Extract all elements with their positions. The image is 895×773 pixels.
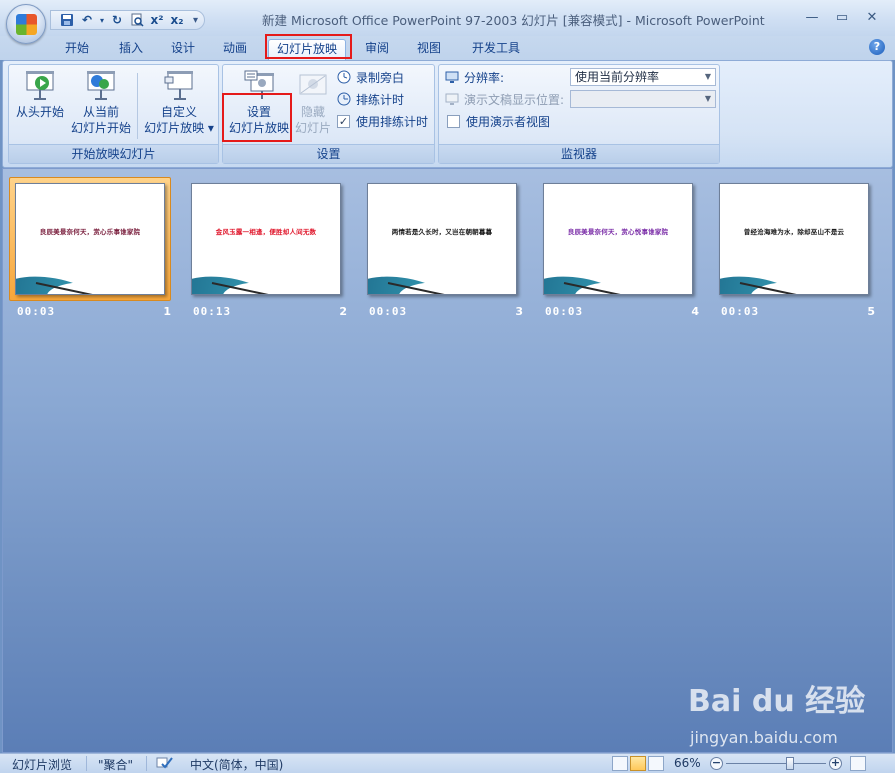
baidu-logo: Bai du 经验 — [688, 684, 866, 719]
custom-slideshow-button[interactable]: 自定义 幻灯片放映 ▾ — [141, 69, 217, 136]
minimize-icon[interactable]: — — [797, 6, 827, 28]
slide-text: 金风玉露一相逢，便胜却人间无数 — [215, 228, 317, 236]
setup-slideshow-icon — [243, 69, 275, 101]
zoom-out-icon[interactable]: − — [710, 757, 723, 770]
presenter-view-checkbox[interactable]: 使用演示者视图 — [447, 111, 550, 131]
tab-design[interactable]: 设计 — [162, 39, 204, 60]
watermark-url: jingyan.baidu.com — [690, 728, 838, 747]
slide-timing: 00:03 — [17, 305, 56, 318]
group-monitor: 分辨率: 使用当前分辨率 ▼ 演示文稿显示位置: ▼ 使用演示者视图 监视器 — [438, 64, 720, 164]
fit-to-window-icon[interactable] — [850, 756, 866, 771]
record-narration-icon — [337, 70, 351, 84]
slide-sorter-area: 良辰美景奈何天，赏心乐事谁家院 00:03 1 金风玉露一相逢，便胜却人间无数 … — [2, 168, 893, 753]
tab-home[interactable]: 开始 — [56, 39, 98, 60]
save-icon[interactable] — [57, 11, 77, 29]
tab-insert[interactable]: 插入 — [110, 39, 152, 60]
office-button[interactable] — [6, 4, 46, 44]
checkbox-checked-icon: ✓ — [337, 114, 350, 128]
zoom-in-icon[interactable]: + — [829, 757, 842, 770]
display-icon — [445, 92, 459, 106]
zoom-slider-thumb[interactable] — [786, 757, 794, 770]
slide-thumbnail-4[interactable]: 良辰美景奈何天，赏心悦事谁家院 — [537, 177, 699, 301]
slide-text: 两情若是久长时，又岂在朝朝暮暮 — [391, 228, 493, 236]
chevron-down-icon: ▼ — [704, 94, 711, 103]
slide-number: 3 — [515, 305, 523, 318]
zoom-slider-track[interactable] — [726, 763, 826, 764]
maximize-icon[interactable]: ▭ — [827, 6, 857, 28]
undo-dropdown-icon[interactable]: ▾ — [97, 11, 107, 29]
hide-slide-icon — [297, 69, 329, 101]
chevron-down-icon: ▼ — [704, 72, 711, 81]
ribbon: 从头开始 从当前 幻灯片开始 自定义 幻灯片放映 ▾ 开始放映幻灯片 设置 幻灯… — [2, 60, 893, 168]
window-title: 新建 Microsoft Office PowerPoint 97-2003 幻… — [262, 13, 765, 28]
checkbox-unchecked-icon — [447, 114, 460, 128]
status-theme-name: "聚合" — [98, 758, 134, 772]
custom-slideshow-icon — [163, 69, 195, 101]
customize-qat-icon[interactable]: ▾ — [193, 15, 198, 26]
slideshow-play-icon — [24, 69, 56, 101]
slide-number: 2 — [339, 305, 347, 318]
slide-number: 1 — [163, 305, 171, 318]
undo-icon[interactable]: ↶ — [77, 11, 97, 29]
slide-number: 4 — [691, 305, 699, 318]
redo-icon[interactable]: ↻ — [107, 11, 127, 29]
slide-timing: 00:13 — [193, 305, 232, 318]
tab-animations[interactable]: 动画 — [214, 39, 256, 60]
spelling-check-icon[interactable] — [156, 756, 174, 773]
status-bar: 幻灯片浏览 "聚合" 中文(简体，中国) 66% − + — [0, 753, 895, 773]
slideshow-current-icon — [85, 69, 117, 101]
resolution-dropdown[interactable]: 使用当前分辨率 ▼ — [570, 68, 716, 86]
close-icon[interactable]: ✕ — [857, 6, 887, 28]
subscript-icon[interactable]: x₂ — [167, 11, 187, 29]
hide-slide-button[interactable]: 隐藏 幻灯片 — [293, 69, 333, 136]
monitor-icon — [445, 70, 459, 84]
show-on-label: 演示文稿显示位置: — [445, 89, 564, 109]
normal-view-icon[interactable] — [612, 756, 628, 771]
slide-number: 5 — [867, 305, 875, 318]
slide-sorter-view-icon[interactable] — [630, 756, 646, 771]
group-label-start-slideshow: 开始放映幻灯片 — [9, 144, 218, 163]
use-rehearsed-timings-checkbox[interactable]: ✓ 使用排练计时 — [337, 111, 428, 131]
group-start-slideshow: 从头开始 从当前 幻灯片开始 自定义 幻灯片放映 ▾ 开始放映幻灯片 — [8, 64, 219, 164]
slide-timing: 00:03 — [369, 305, 408, 318]
superscript-icon[interactable]: x² — [147, 11, 167, 29]
rehearse-timings-button[interactable]: 排练计时 — [337, 89, 404, 109]
slide-timing: 00:03 — [721, 305, 760, 318]
group-label-setup: 设置 — [223, 144, 434, 163]
print-preview-icon[interactable] — [127, 11, 147, 29]
slide-thumbnail-2[interactable]: 金风玉露一相逢，便胜却人间无数 — [185, 177, 347, 301]
quick-access-toolbar: ↶ ▾ ↻ x² x₂ ▾ — [50, 10, 206, 30]
baidu-jingyan-watermark: Bai du 经验 jingyan.baidu.com — [688, 676, 888, 756]
tab-developer[interactable]: 开发工具 — [464, 39, 528, 60]
record-narration-button[interactable]: 录制旁白 — [337, 67, 404, 87]
tab-view[interactable]: 视图 — [408, 39, 450, 60]
title-bar: ↶ ▾ ↻ x² x₂ ▾ 新建 Microsoft Office PowerP… — [0, 0, 895, 36]
tab-slide-show[interactable]: 幻灯片放映 — [268, 39, 346, 60]
slide-thumbnail-5[interactable]: 曾经沧海难为水，除却巫山不是云 — [713, 177, 875, 301]
rehearse-timings-icon — [337, 92, 351, 106]
slide-text: 曾经沧海难为水，除却巫山不是云 — [743, 228, 845, 236]
group-label-monitor: 监视器 — [439, 144, 719, 163]
slideshow-view-icon[interactable] — [648, 756, 664, 771]
tab-review[interactable]: 审阅 — [356, 39, 398, 60]
help-icon[interactable]: ? — [869, 39, 885, 55]
from-beginning-button[interactable]: 从头开始 — [13, 69, 67, 120]
group-setup: 设置 幻灯片放映 隐藏 幻灯片 录制旁白 排练计时 ✓ 使用排练计时 设置 — [222, 64, 435, 164]
status-view-name: 幻灯片浏览 — [12, 758, 73, 772]
resolution-label: 分辨率: — [445, 67, 504, 87]
ribbon-tabs: 开始 插入 设计 动画 幻灯片放映 审阅 视图 开发工具 ? — [0, 36, 895, 60]
slide-text: 良辰美景奈何天，赏心悦事谁家院 — [567, 228, 669, 236]
zoom-level[interactable]: 66% — [674, 756, 701, 770]
slide-text: 良辰美景奈何天，赏心乐事谁家院 — [39, 228, 141, 236]
slide-timing: 00:03 — [545, 305, 584, 318]
slide-thumbnail-1[interactable]: 良辰美景奈何天，赏心乐事谁家院 — [9, 177, 171, 301]
office-logo-icon — [16, 14, 37, 35]
from-current-slide-button[interactable]: 从当前 幻灯片开始 — [69, 69, 133, 136]
status-language[interactable]: 中文(简体，中国) — [190, 756, 283, 773]
slide-thumbnail-3[interactable]: 两情若是久长时，又岂在朝朝暮暮 — [361, 177, 523, 301]
show-on-dropdown[interactable]: ▼ — [570, 90, 716, 108]
setup-slideshow-button[interactable]: 设置 幻灯片放映 — [225, 69, 293, 136]
